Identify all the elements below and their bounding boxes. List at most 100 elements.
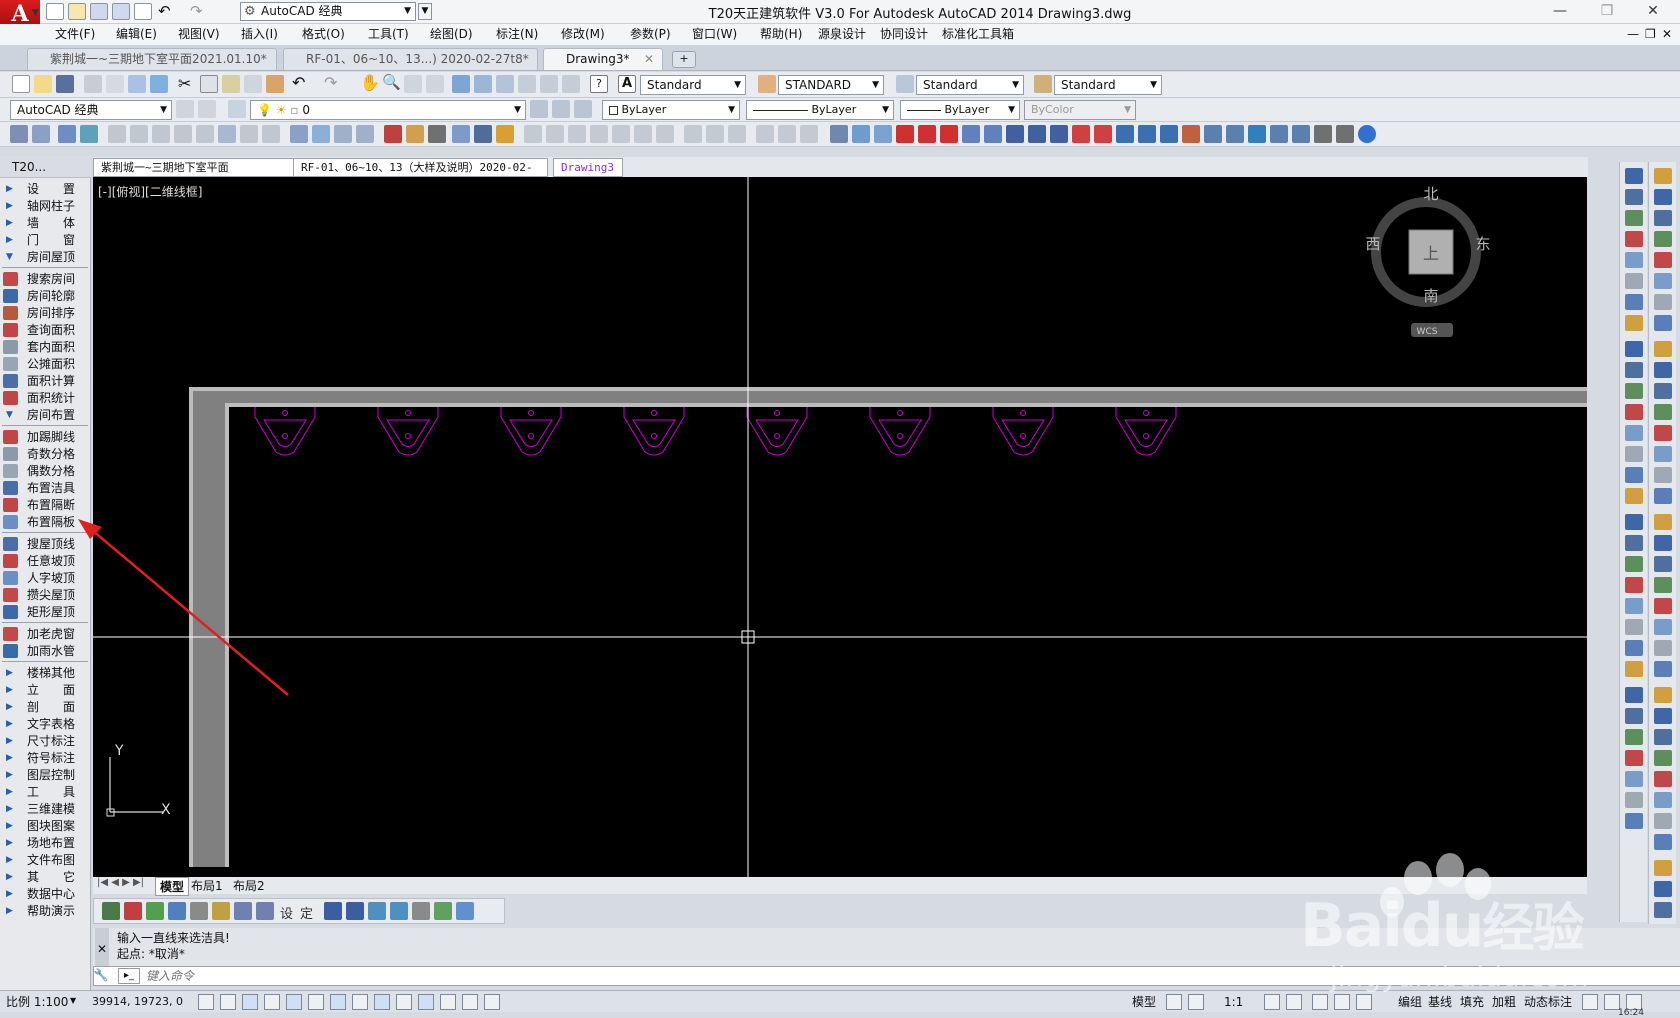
draw-tool-icon[interactable] xyxy=(1654,294,1672,310)
workspace-settings-icon[interactable] xyxy=(176,100,194,118)
bt-tool-6-icon[interactable] xyxy=(212,902,230,920)
ducs-icon[interactable] xyxy=(352,994,368,1010)
draw-tool-icon[interactable] xyxy=(1654,708,1672,724)
draw-tool-icon[interactable] xyxy=(1654,189,1672,205)
tz-tool-21-icon[interactable] xyxy=(474,125,492,143)
draw-tool-icon[interactable] xyxy=(1654,404,1672,420)
menu-draw[interactable]: 绘图(D) xyxy=(430,26,473,43)
tz-tool-49-icon[interactable] xyxy=(1116,125,1134,143)
bt-tool-8-icon[interactable] xyxy=(256,902,274,920)
bt-tool-13-icon[interactable] xyxy=(412,902,430,920)
screen-menu-item[interactable]: 面积统计 xyxy=(0,389,90,407)
publish-icon[interactable] xyxy=(128,75,146,93)
file-tab-3[interactable]: Drawing3* ✕ xyxy=(543,48,663,70)
modify-tool-icon[interactable] xyxy=(1625,488,1643,504)
screen-menu-item[interactable]: 奇数分格 xyxy=(0,445,90,463)
tz-tool-16-icon[interactable] xyxy=(356,125,374,143)
modify-tool-icon[interactable] xyxy=(1625,750,1643,766)
app-menu-arrow-icon[interactable]: ▼ xyxy=(32,8,39,18)
tz-tool-54-icon[interactable] xyxy=(1226,125,1244,143)
layer-state-icon[interactable] xyxy=(574,100,592,118)
layout-nav-icon[interactable]: |◀ ◀ ▶ ▶| xyxy=(97,877,144,888)
tz-tool-59-icon[interactable] xyxy=(1336,125,1354,143)
calculator-icon[interactable] xyxy=(562,75,580,93)
open-icon[interactable] xyxy=(34,75,52,93)
file-tab-1[interactable]: 紫荆城一~三期地下室平面2021.01.10* xyxy=(27,48,277,70)
close-button[interactable]: ✕ xyxy=(1633,0,1673,22)
tz-tool-45-icon[interactable] xyxy=(1028,125,1046,143)
menu-insert[interactable]: 插入(I) xyxy=(241,26,278,43)
layout-quick-view-icon[interactable] xyxy=(1166,994,1182,1010)
undo-icon[interactable]: ↶ xyxy=(292,73,305,92)
menu-help[interactable]: 帮助(H) xyxy=(760,26,802,43)
transparency-icon[interactable] xyxy=(418,994,434,1010)
screen-menu-item[interactable]: ▶ 其 它 xyxy=(0,868,90,886)
bt-tool-10-icon[interactable] xyxy=(346,902,364,920)
open-file-icon[interactable] xyxy=(68,3,86,20)
urinal-fixture[interactable] xyxy=(377,407,439,456)
tz-tool-6-icon[interactable] xyxy=(130,125,148,143)
draw-tool-icon[interactable] xyxy=(1654,425,1672,441)
grid-display-icon[interactable] xyxy=(220,994,236,1010)
modify-tool-icon[interactable] xyxy=(1625,792,1643,808)
text-style-select[interactable]: Standard ▼ xyxy=(640,75,746,95)
tz-tool-30-icon[interactable] xyxy=(684,125,702,143)
draw-tool-icon[interactable] xyxy=(1654,640,1672,656)
screen-menu-item[interactable]: ▶ 设 置 xyxy=(0,180,90,198)
tz-tool-33-icon[interactable] xyxy=(756,125,774,143)
menu-dimension[interactable]: 标注(N) xyxy=(496,26,538,43)
modify-tool-icon[interactable] xyxy=(1625,362,1643,378)
screen-menu-item[interactable]: ▶ 三维建模 xyxy=(0,800,90,818)
workspace-select[interactable]: ⚙ AutoCAD 经典 ▼ xyxy=(240,2,416,21)
dyn-input-icon[interactable] xyxy=(374,994,390,1010)
zoom-previous-icon[interactable] xyxy=(426,75,444,93)
restore-button[interactable]: ❐ xyxy=(1587,0,1627,22)
tz-tool-3-icon[interactable] xyxy=(58,125,76,143)
redo-icon[interactable]: ↷ xyxy=(190,2,203,20)
draw-tool-icon[interactable] xyxy=(1654,362,1672,378)
help-icon[interactable]: ? xyxy=(590,75,608,93)
menu-tools[interactable]: 工具(T) xyxy=(368,26,409,43)
layer-select[interactable]: 💡 ☀ ▫ 0 ▼ xyxy=(250,100,526,120)
pan-icon[interactable]: ✋ xyxy=(360,73,380,92)
screen-menu-item[interactable]: 查询面积 xyxy=(0,321,90,339)
urinal-fixture[interactable] xyxy=(500,407,562,456)
screen-menu-item[interactable]: ▶ 图层控制 xyxy=(0,766,90,784)
screen-menu-item[interactable]: 套内面积 xyxy=(0,338,90,356)
tz-tool-31-icon[interactable] xyxy=(706,125,724,143)
tz-tool-58-icon[interactable] xyxy=(1314,125,1332,143)
modify-tool-icon[interactable] xyxy=(1625,341,1643,357)
layer-previous-icon[interactable] xyxy=(552,100,570,118)
layout-tab-2[interactable]: 布局2 xyxy=(233,877,265,894)
tz-tool-38-icon[interactable] xyxy=(874,125,892,143)
object-snap-icon[interactable] xyxy=(286,994,302,1010)
tz-help-icon[interactable] xyxy=(1358,125,1376,143)
urinal-fixture[interactable] xyxy=(746,407,808,456)
paste-icon[interactable] xyxy=(222,75,240,93)
bt-tool-14-icon[interactable] xyxy=(434,902,452,920)
annotation-scale[interactable]: 1:1 xyxy=(1224,993,1243,1011)
markup-icon[interactable] xyxy=(540,75,558,93)
tz-tool-18-icon[interactable] xyxy=(406,125,424,143)
scale-status[interactable]: 比例 1:100 xyxy=(6,993,68,1011)
layout-tab-model[interactable]: 模型 xyxy=(155,877,190,896)
menu-yuanquan[interactable]: 源泉设计 xyxy=(818,26,866,43)
layer-manager-icon[interactable] xyxy=(228,100,246,118)
model-space-status[interactable]: 模型 xyxy=(1132,993,1156,1011)
doc-restore-button[interactable]: ❐ xyxy=(1645,27,1656,41)
wrench-icon[interactable]: 🔧 xyxy=(92,968,110,984)
menu-view[interactable]: 视图(V) xyxy=(178,26,220,43)
screen-menu-item[interactable]: 搜索房间 xyxy=(0,270,90,288)
modify-tool-icon[interactable] xyxy=(1625,708,1643,724)
bt-tool-2-icon[interactable] xyxy=(124,902,142,920)
lineweight-select[interactable]: ByLayer ▼ xyxy=(900,100,1020,120)
text-style-icon[interactable]: A xyxy=(618,75,636,93)
draw-tool-icon[interactable] xyxy=(1654,446,1672,462)
menu-window[interactable]: 窗口(W) xyxy=(692,26,737,43)
tz-tool-47-icon[interactable] xyxy=(1072,125,1090,143)
close-icon[interactable]: ✕ xyxy=(644,49,654,69)
tz-tool-2-icon[interactable] xyxy=(32,125,50,143)
tz-tool-24-icon[interactable] xyxy=(546,125,564,143)
screen-menu-item[interactable]: 面积计算 xyxy=(0,372,90,390)
bt-tool-3-icon[interactable] xyxy=(146,902,164,920)
